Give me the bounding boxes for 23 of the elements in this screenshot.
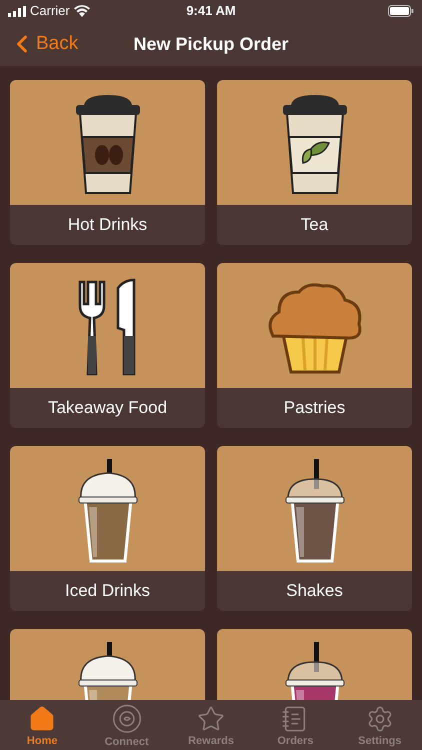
signal-icon <box>8 6 26 16</box>
category-tile[interactable]: Takeaway Food <box>10 263 205 428</box>
category-label: Tea <box>300 214 328 236</box>
home-icon <box>28 704 56 733</box>
category-label: Takeaway Food <box>48 397 168 420</box>
category-label: Hot Drinks <box>68 214 148 236</box>
status-time: 9:41 AM <box>186 2 236 20</box>
category-tile[interactable]: Tea <box>217 80 412 245</box>
category-tile[interactable]: Hot Drinks <box>10 80 205 245</box>
wifi-icon <box>74 5 90 17</box>
page-title: New Pickup Order <box>133 32 289 56</box>
category-tile[interactable]: Iced Drinks <box>10 446 205 611</box>
category-tile[interactable]: Shakes <box>217 446 412 611</box>
star-icon <box>197 704 226 733</box>
tab-bar-item[interactable]: Home <box>0 700 84 750</box>
back-button[interactable]: Back <box>8 30 78 58</box>
category-label: Iced Drinks <box>64 580 150 602</box>
category-tile[interactable]: Pastries <box>217 263 412 428</box>
battery-icon <box>388 5 414 17</box>
category-label: Shakes <box>286 580 343 602</box>
carrier-name: Carrier <box>30 2 70 20</box>
category-label: Pastries <box>284 397 346 420</box>
badge-icon <box>112 704 142 734</box>
